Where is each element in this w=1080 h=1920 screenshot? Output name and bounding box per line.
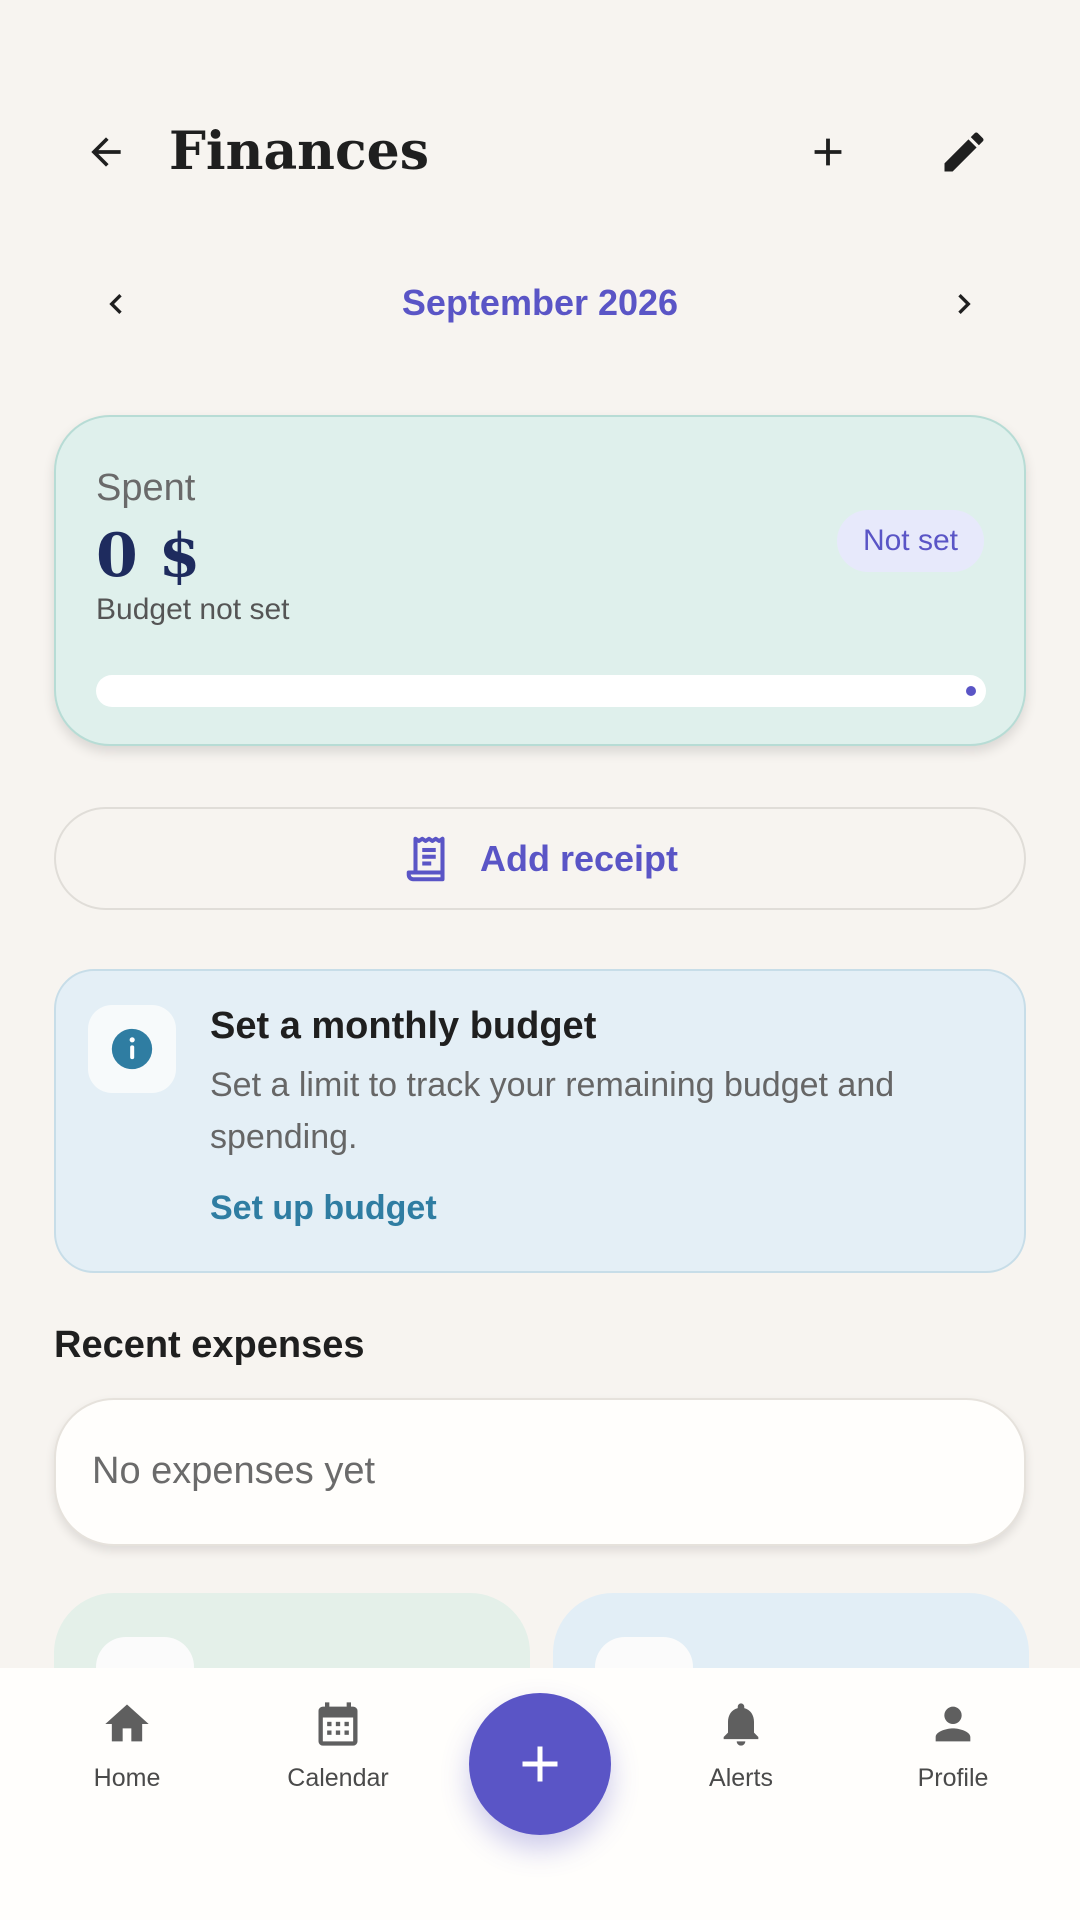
app-header: Finances <box>0 110 1080 194</box>
spent-amount: 0 $ <box>96 521 201 591</box>
add-receipt-button[interactable]: Add receipt <box>54 807 1026 910</box>
recent-expenses-title: Recent expenses <box>54 1324 365 1366</box>
back-button[interactable] <box>66 112 146 192</box>
add-expense-fab[interactable] <box>469 1693 611 1835</box>
plus-icon <box>805 129 851 175</box>
spent-label: Spent <box>96 467 196 509</box>
nav-label: Calendar <box>287 1764 389 1792</box>
page-title: Finances <box>169 121 429 182</box>
plus-icon <box>510 1734 570 1794</box>
edit-button[interactable] <box>924 112 1004 192</box>
set-up-budget-link[interactable]: Set up budget <box>210 1189 437 1228</box>
nav-label: Profile <box>917 1764 989 1792</box>
budget-info-description: Set a limit to track your remaining budg… <box>210 1066 895 1156</box>
budget-progress-bar <box>96 675 986 707</box>
arrow-left-icon <box>84 130 128 174</box>
progress-indicator <box>966 686 976 696</box>
expenses-empty-state: No expenses yet <box>54 1398 1026 1546</box>
month-navigator: September 2026 <box>0 272 1080 336</box>
info-icon <box>110 1027 154 1071</box>
status-badge: Not set <box>836 510 984 572</box>
pencil-icon <box>938 126 990 178</box>
current-month-label[interactable]: September 2026 <box>0 282 1080 324</box>
next-month-button[interactable] <box>928 272 1000 336</box>
bell-icon <box>715 1698 767 1750</box>
receipt-icon <box>402 832 456 886</box>
nav-item-profile[interactable]: Profile <box>873 1698 1033 1793</box>
spending-summary-card[interactable]: Spent 0 $ Budget not set Not set <box>54 415 1026 746</box>
add-receipt-label: Add receipt <box>479 837 679 879</box>
chevron-right-icon <box>944 284 984 324</box>
info-icon-container <box>88 1005 176 1093</box>
person-icon <box>927 1698 979 1750</box>
budget-status-label: Budget not set <box>96 593 290 626</box>
calendar-icon <box>312 1698 364 1750</box>
budget-info-card: Set a monthly budget Set a limit to trac… <box>54 969 1026 1273</box>
add-button[interactable] <box>788 112 868 192</box>
nav-label: Alerts <box>709 1764 773 1792</box>
home-icon <box>101 1698 153 1750</box>
budget-info-title: Set a monthly budget <box>210 1005 597 1047</box>
nav-item-alerts[interactable]: Alerts <box>661 1698 821 1793</box>
nav-item-calendar[interactable]: Calendar <box>258 1698 418 1793</box>
empty-state-text: No expenses yet <box>92 1450 376 1492</box>
nav-label: Home <box>93 1764 161 1792</box>
nav-item-home[interactable]: Home <box>47 1698 207 1793</box>
